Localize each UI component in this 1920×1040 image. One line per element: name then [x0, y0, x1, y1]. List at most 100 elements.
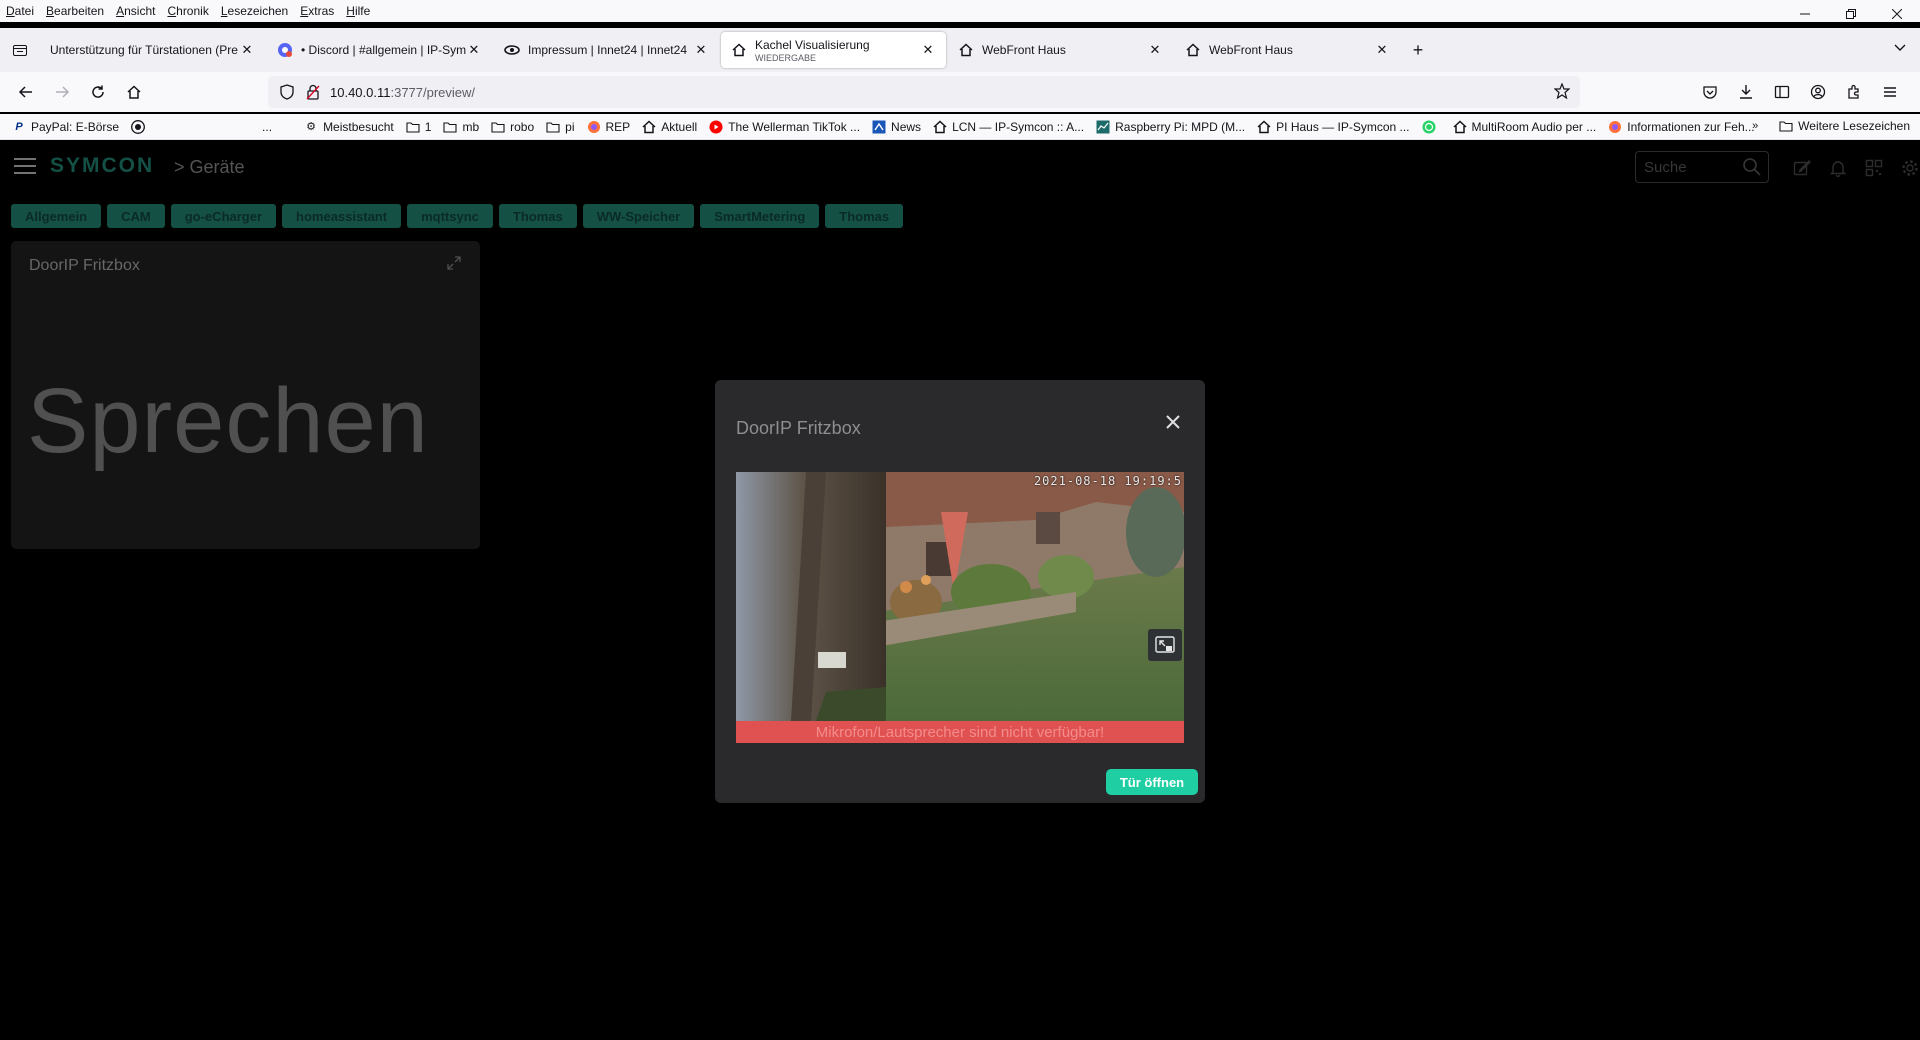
tab-close-button[interactable]: ✕	[466, 42, 482, 58]
firefox-view-icon	[13, 45, 27, 56]
sidebar-icon	[1774, 85, 1790, 99]
bookmark-folder-pi[interactable]: pi	[546, 119, 575, 134]
home-icon	[958, 42, 974, 58]
tab-webfront-haus-2[interactable]: WebFront Haus ✕	[1175, 32, 1400, 68]
innet24-icon	[504, 42, 520, 58]
news-icon	[872, 120, 886, 134]
navigation-bar: 10.40.0.11:3777/preview/	[0, 72, 1920, 112]
github-icon	[131, 119, 145, 134]
bookmark-meistbesucht[interactable]: ⚙ Meistbesucht	[304, 120, 394, 134]
menu-ansicht[interactable]: Ansicht	[116, 4, 155, 18]
bookmark-lcn[interactable]: LCN — IP-Symcon :: A...	[933, 120, 1084, 134]
list-all-tabs-button[interactable]	[1894, 40, 1906, 55]
bookmark-label: Meistbesucht	[323, 119, 394, 134]
tab-title: Kachel Visualisierung	[755, 37, 870, 52]
tab-close-button[interactable]: ✕	[239, 42, 255, 58]
bookmark-folder-1[interactable]: 1	[406, 120, 431, 134]
folder-icon	[406, 120, 420, 134]
menu-extras[interactable]: Extras	[300, 4, 334, 18]
close-icon	[1892, 9, 1902, 19]
bookmark-folder-mb[interactable]: mb	[443, 120, 479, 134]
bookmark-rep[interactable]: REP	[587, 119, 631, 134]
tab-title: Unterstützung für Türstationen (Pre	[50, 43, 238, 57]
extensions-button[interactable]	[1838, 76, 1870, 108]
tab-title: WebFront Haus	[982, 43, 1066, 57]
url-host: 10.40.0.11	[330, 84, 391, 100]
doorip-dialog: DoorIP Fritzbox 2021-08-18 19:19:5 Mikro…	[715, 380, 1205, 803]
home-button[interactable]	[118, 76, 150, 108]
bookmark-label: pi	[565, 119, 575, 134]
tab-discord[interactable]: • Discord | #allgemein | IP-Symc ✕	[267, 32, 492, 68]
open-door-button[interactable]: Tür öffnen	[1106, 769, 1198, 795]
bookmark-whatsapp[interactable]	[1422, 120, 1441, 134]
menubar: Datei Bearbeiten Ansicht Chronik Lesezei…	[0, 0, 1920, 22]
firefox-view-button[interactable]	[0, 28, 40, 72]
picture-in-picture-button[interactable]	[1148, 629, 1182, 661]
tab-webfront-haus-1[interactable]: WebFront Haus ✕	[948, 32, 1173, 68]
forward-button[interactable]	[46, 76, 78, 108]
tab-kachel-visualisierung[interactable]: Kachel Visualisierung WIEDERGABE ✕	[721, 32, 946, 68]
bookmark-multiroom[interactable]: MultiRoom Audio per ...	[1453, 120, 1596, 134]
bookmark-raspberry[interactable]: Raspberry Pi: MPD (M...	[1096, 120, 1245, 134]
pocket-button[interactable]	[1694, 76, 1726, 108]
error-banner: Mikrofon/Lautsprecher sind nicht verfügb…	[736, 721, 1184, 743]
camera-image	[736, 472, 1184, 721]
tab-close-button[interactable]: ✕	[693, 42, 709, 58]
bookmark-star-icon[interactable]	[1553, 82, 1571, 102]
paypal-icon: P	[15, 120, 23, 133]
chevron-down-icon	[1894, 44, 1906, 51]
discord-icon	[277, 42, 293, 58]
app-menu-button[interactable]	[1874, 76, 1906, 108]
folder-icon	[443, 120, 458, 134]
bookmark-ellipsis[interactable]: ...	[262, 120, 272, 134]
tab-tuerstationen[interactable]: Unterstützung für Türstationen (Pre ✕	[40, 32, 265, 68]
bookmark-wellerman[interactable]: The Wellerman TikTok ...	[709, 120, 860, 134]
tab-close-button[interactable]: ✕	[1147, 42, 1163, 58]
url-path: :3777/preview/	[390, 84, 476, 100]
bookmark-label: REP	[605, 119, 631, 134]
menu-hilfe[interactable]: Hilfe	[346, 4, 370, 18]
insecure-lock-icon[interactable]	[304, 84, 322, 100]
bookmark-pi-haus[interactable]: PI Haus — IP-Symcon ...	[1257, 119, 1410, 134]
bookmark-folder-robo[interactable]: robo	[491, 120, 534, 134]
url-bar[interactable]: 10.40.0.11:3777/preview/	[268, 76, 1580, 108]
close-button[interactable]	[1161, 410, 1185, 434]
menu-bearbeiten[interactable]: Bearbeiten	[46, 4, 104, 18]
bookmark-label: LCN — IP-Symcon :: A...	[952, 119, 1085, 134]
bookmarks-overflow-button[interactable]: »	[1748, 119, 1767, 133]
bookmark-label: Raspberry Pi: MPD (M...	[1115, 119, 1246, 134]
bookmark-github[interactable]	[131, 119, 150, 134]
restore-button[interactable]	[1828, 0, 1874, 28]
bookmark-aktuell[interactable]: Aktuell	[642, 120, 697, 134]
menu-datei[interactable]: Datei	[6, 4, 34, 18]
shield-icon[interactable]	[278, 84, 296, 100]
account-button[interactable]	[1802, 76, 1834, 108]
menu-chronik[interactable]: Chronik	[167, 4, 208, 18]
downloads-button[interactable]	[1730, 76, 1762, 108]
new-tab-button[interactable]: +	[1402, 34, 1434, 66]
minimize-button[interactable]	[1782, 0, 1828, 28]
bookmark-informationen[interactable]: Informationen zur Feh...	[1608, 120, 1755, 134]
bookmarks-right: » Weitere Lesezeichen	[1748, 119, 1910, 133]
home-icon	[1257, 119, 1271, 134]
tab-close-button[interactable]: ✕	[1374, 42, 1390, 58]
tab-impressum[interactable]: Impressum | Innet24 | Innet24 ✕	[494, 32, 719, 68]
bookmark-more-folder[interactable]: Weitere Lesezeichen	[1779, 119, 1910, 133]
close-window-button[interactable]	[1874, 0, 1920, 28]
reload-button[interactable]	[82, 76, 114, 108]
camera-stream: 2021-08-18 19:19:5	[736, 472, 1184, 721]
picture-in-picture-icon	[1155, 636, 1175, 653]
tab-strip: Unterstützung für Türstationen (Pre ✕ • …	[0, 28, 1920, 72]
bookmark-label: mb	[462, 119, 480, 134]
menu-lesezeichen[interactable]: Lesezeichen	[221, 4, 288, 18]
bookmark-label: PayPal: E-Börse	[31, 119, 120, 134]
hamburger-menu-icon	[1884, 87, 1896, 97]
reload-icon	[92, 85, 104, 98]
gear-icon: ⚙	[306, 121, 316, 133]
sidebar-button[interactable]	[1766, 76, 1798, 108]
bookmark-news[interactable]: News	[872, 120, 921, 134]
bookmark-paypal[interactable]: P PayPal: E-Börse	[12, 120, 119, 134]
back-button[interactable]	[10, 76, 42, 108]
tab-close-button[interactable]: ✕	[920, 42, 936, 58]
window-controls	[1782, 0, 1920, 28]
